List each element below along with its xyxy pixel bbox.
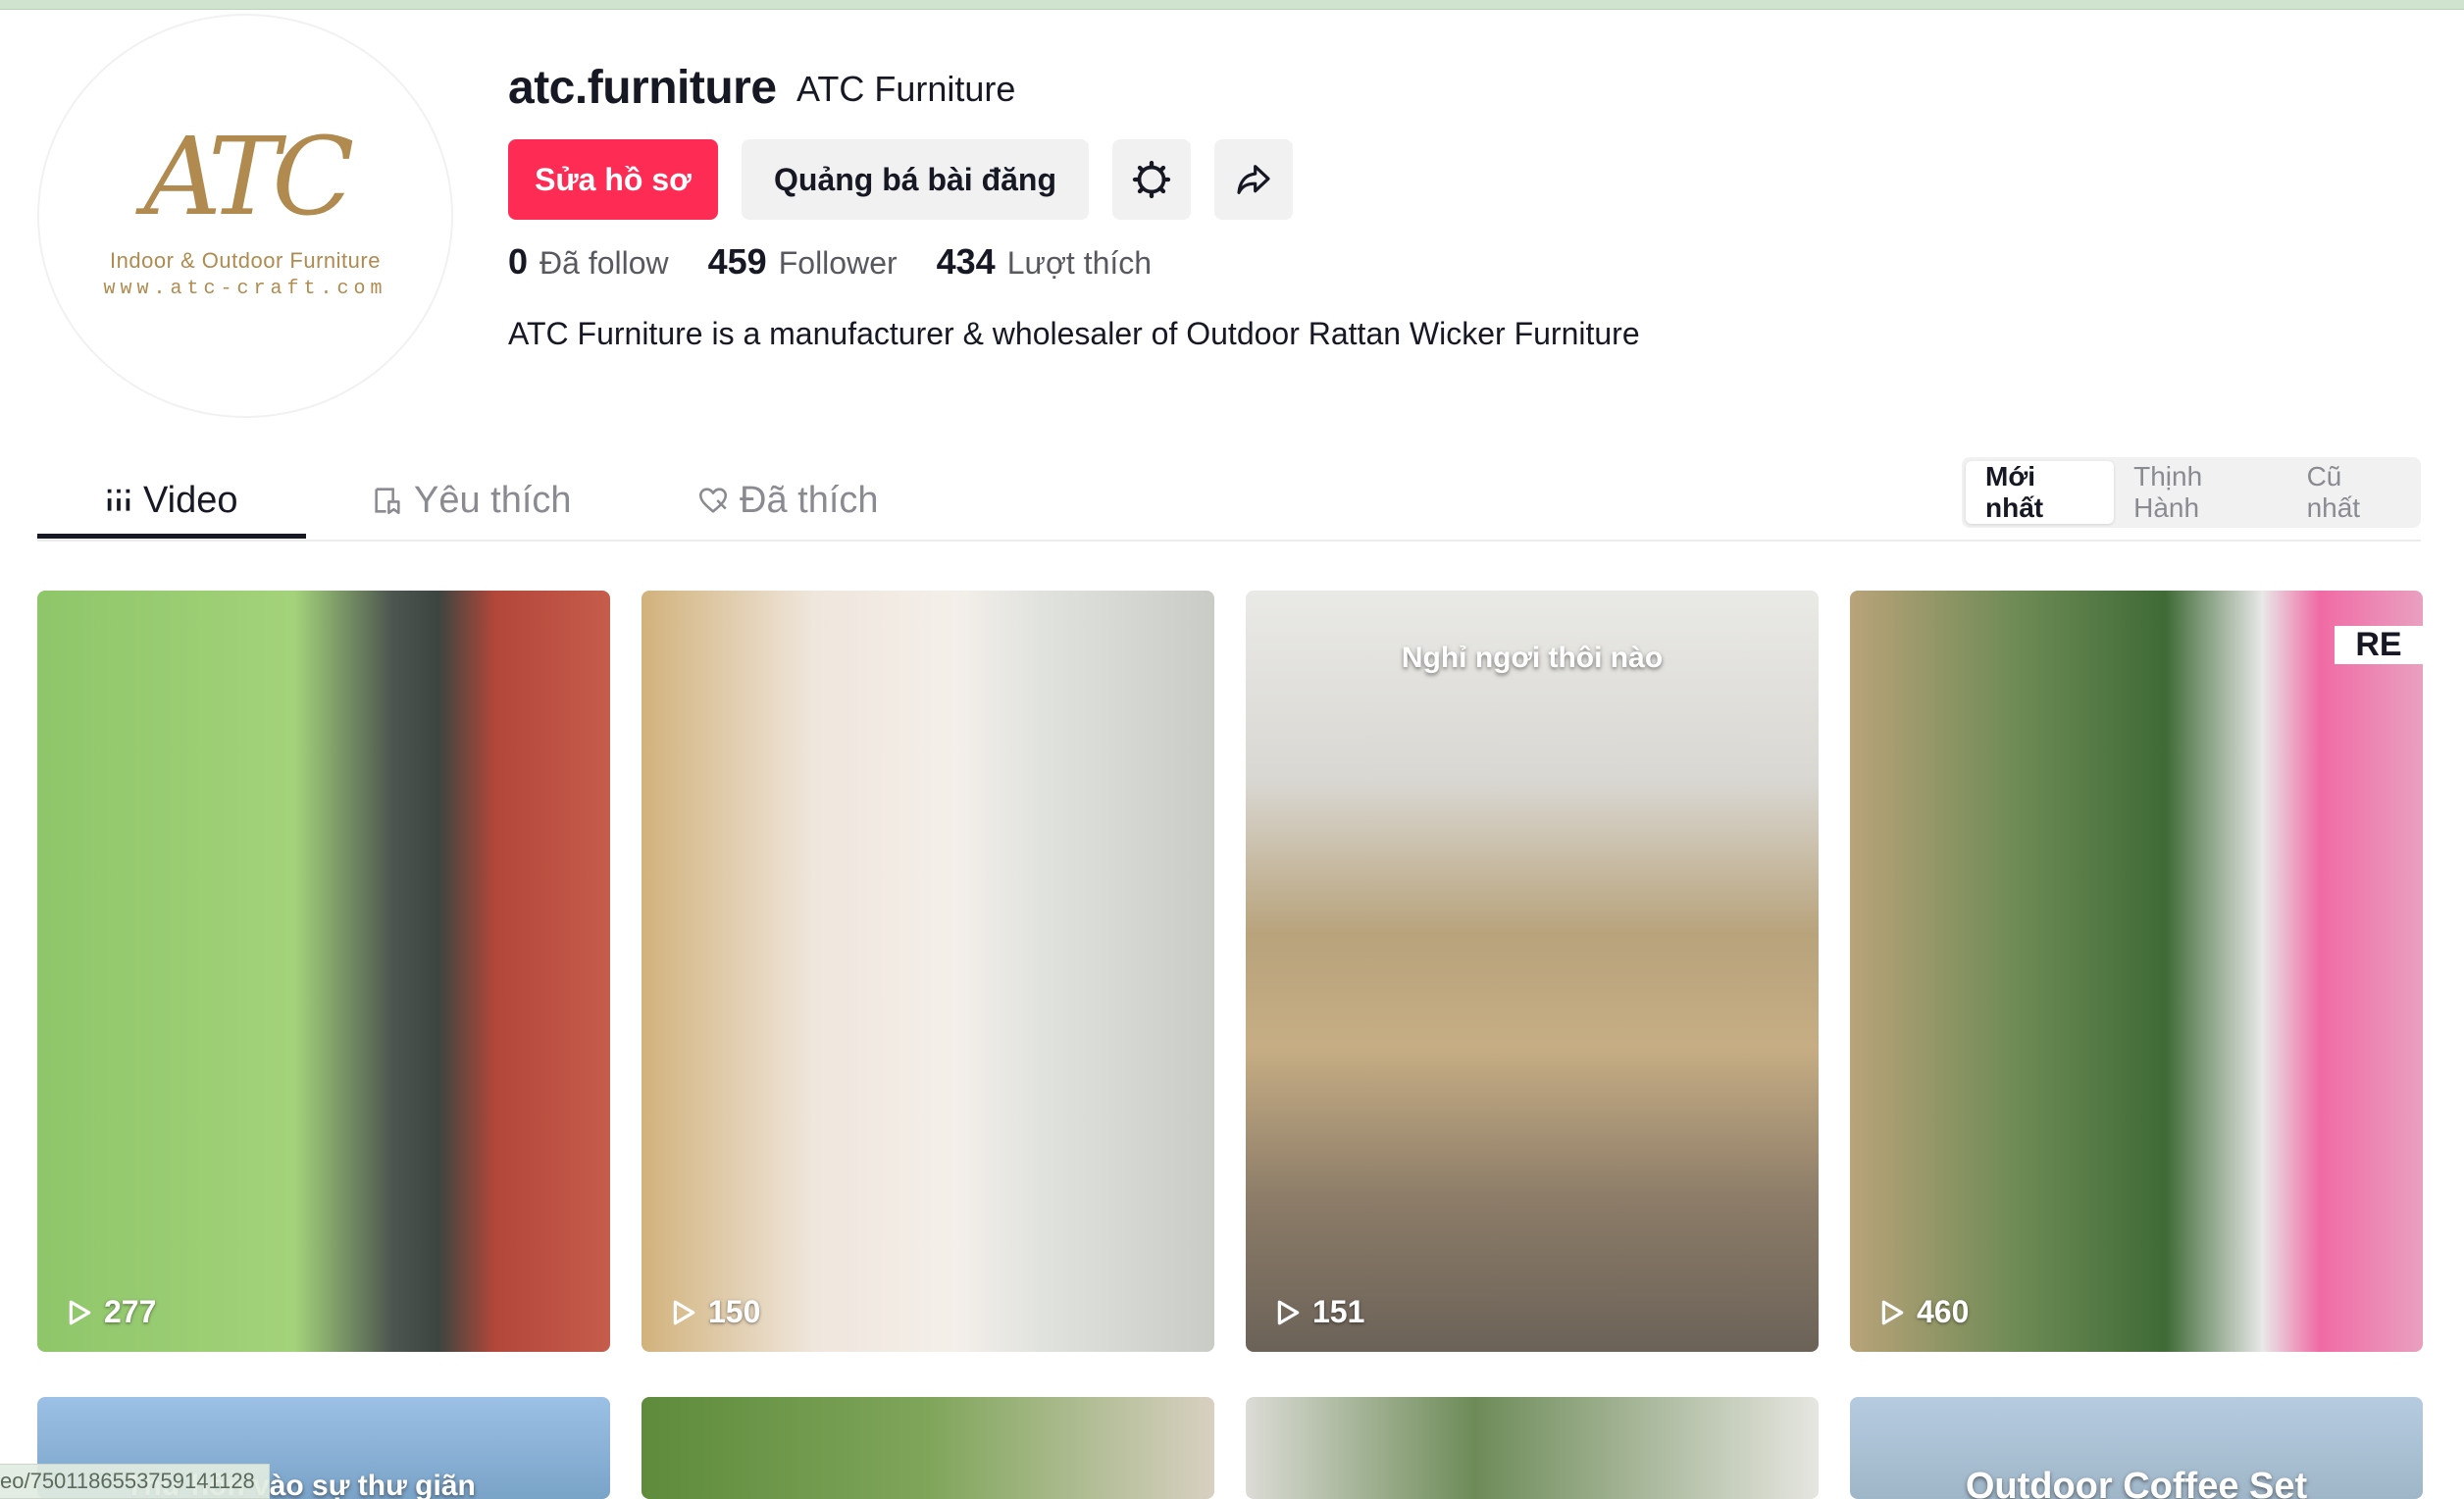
- video-card[interactable]: Outdoor Coffee Set: [1850, 1397, 2423, 1499]
- follower-count: 459: [707, 241, 767, 282]
- likes-label: Lượt thích: [1006, 245, 1153, 281]
- video-caption-overlay: Nghỉ ngơi thôi nào: [1401, 642, 1664, 674]
- video-card[interactable]: [642, 1397, 1214, 1499]
- gear-icon: [1132, 160, 1171, 199]
- video-card[interactable]: 277: [37, 591, 610, 1352]
- video-caption-overlay: Outdoor Coffee Set: [1965, 1466, 2308, 1499]
- browser-top-strip: [0, 0, 2464, 10]
- active-tab-indicator: [37, 534, 306, 539]
- tab-video[interactable]: Video: [104, 477, 238, 524]
- view-count: 151: [1275, 1294, 1364, 1330]
- grid-icon: [107, 489, 130, 511]
- video-card[interactable]: RE 460: [1850, 591, 2423, 1352]
- sort-toggle: Mới nhất Thịnh Hành Cũ nhất: [1962, 457, 2421, 528]
- avatar[interactable]: ATC Indoor & Outdoor Furniture www.atc-c…: [37, 14, 453, 418]
- share-icon: [1237, 165, 1270, 194]
- avatar-logo-website: www.atc-craft.com: [103, 277, 387, 300]
- video-caption-overlay: RE: [2335, 626, 2423, 664]
- edit-profile-button[interactable]: Sửa hồ sơ: [508, 139, 718, 220]
- sort-oldest[interactable]: Cũ nhất: [2287, 461, 2417, 524]
- tab-video-label: Video: [143, 479, 238, 521]
- video-card[interactable]: 150: [642, 591, 1214, 1352]
- play-icon: [1881, 1300, 1904, 1324]
- avatar-logo-mark: ATC: [143, 113, 355, 239]
- view-count: 150: [671, 1294, 760, 1330]
- follower-label: Follower: [778, 245, 898, 281]
- tab-liked-label: Đã thích: [740, 479, 879, 521]
- promote-post-button[interactable]: Quảng bá bài đăng: [742, 139, 1089, 220]
- play-icon: [673, 1300, 695, 1324]
- view-count-value: 277: [104, 1294, 157, 1329]
- video-card[interactable]: [1246, 1397, 1819, 1499]
- video-card[interactable]: Nghỉ ngơi thôi nào 151: [1246, 591, 1819, 1352]
- following-stat[interactable]: 0 Đã follow: [508, 241, 669, 283]
- view-count-value: 460: [1917, 1294, 1970, 1329]
- view-count-value: 150: [708, 1294, 761, 1329]
- bookmark-icon: [375, 488, 400, 515]
- link-status-url: eo/7501186553759141128: [0, 1464, 270, 1499]
- profile-username: atc.furniture: [508, 62, 777, 114]
- profile-nickname: ATC Furniture: [796, 69, 1016, 109]
- settings-button[interactable]: [1112, 139, 1191, 220]
- following-count: 0: [508, 241, 529, 282]
- sort-trending[interactable]: Thịnh Hành: [2114, 461, 2286, 524]
- likes-stat: 434 Lượt thích: [937, 241, 1152, 283]
- sort-newest[interactable]: Mới nhất: [1966, 461, 2115, 524]
- tab-favorites-label: Yêu thích: [414, 479, 572, 521]
- play-icon: [1277, 1300, 1300, 1324]
- following-label: Đã follow: [539, 245, 669, 281]
- play-icon: [69, 1300, 91, 1324]
- likes-count: 434: [936, 241, 996, 282]
- view-count: 460: [1879, 1294, 1969, 1330]
- profile-stats: 0 Đã follow 459 Follower 434 Lượt thích: [508, 241, 1191, 283]
- heart-icon: [698, 488, 728, 513]
- share-profile-button[interactable]: [1214, 139, 1293, 220]
- tab-liked[interactable]: Đã thích: [696, 477, 879, 524]
- view-count-value: 151: [1312, 1294, 1365, 1329]
- tab-favorites[interactable]: Yêu thích: [371, 477, 572, 524]
- view-count: 277: [67, 1294, 156, 1330]
- follower-stat[interactable]: 459 Follower: [708, 241, 898, 283]
- profile-bio: ATC Furniture is a manufacturer & wholes…: [508, 316, 1640, 351]
- avatar-logo-tagline: Indoor & Outdoor Furniture: [110, 247, 381, 273]
